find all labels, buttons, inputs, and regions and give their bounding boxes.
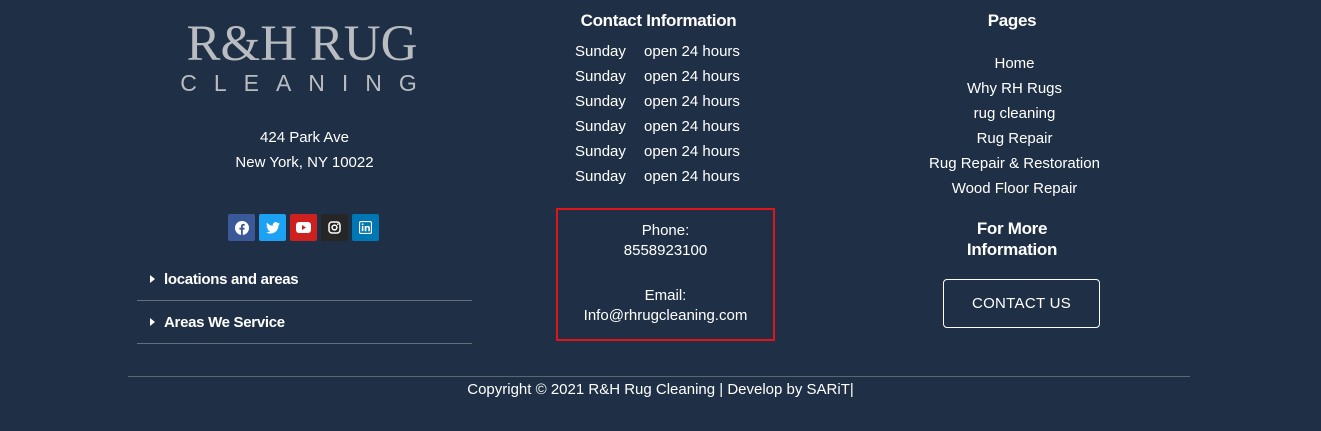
facebook-icon xyxy=(234,220,249,235)
email-label: Email: xyxy=(644,287,687,304)
brand-logo[interactable]: R&H RUG CLEANING xyxy=(168,18,436,96)
hours-time: open 24 hours xyxy=(644,68,740,85)
hours-row: Sunday open 24 hours xyxy=(575,139,740,164)
twitter-button[interactable] xyxy=(259,214,286,241)
youtube-button[interactable] xyxy=(290,214,317,241)
locations-menu: locations and areas Areas We Service xyxy=(137,258,472,344)
caret-right-icon xyxy=(150,275,155,283)
hours-row: Sunday open 24 hours xyxy=(575,64,740,89)
phone-label: Phone: xyxy=(641,222,690,239)
nav-link-home[interactable]: Home xyxy=(890,51,1139,76)
facebook-button[interactable] xyxy=(228,214,255,241)
linkedin-button[interactable] xyxy=(352,214,379,241)
logo-subtitle: CLEANING xyxy=(180,70,434,96)
locations-and-areas-label: locations and areas xyxy=(164,270,299,288)
more-information-heading: For More Information xyxy=(912,218,1112,260)
nav-link-why-rh-rugs[interactable]: Why RH Rugs xyxy=(890,76,1139,101)
social-icons xyxy=(228,214,379,241)
footer-divider xyxy=(128,376,1190,377)
linkedin-icon xyxy=(359,221,372,234)
phone-link[interactable]: 8558923100 xyxy=(558,241,773,261)
address-street: 424 Park Ave xyxy=(260,129,349,146)
contact-information-heading: Contact Information xyxy=(580,11,737,30)
more-information-line1: For More xyxy=(976,219,1048,238)
areas-we-service-toggle[interactable]: Areas We Service xyxy=(137,301,472,344)
hours-day: Sunday xyxy=(575,43,626,60)
logo-title: R&H RUG xyxy=(186,16,418,72)
contact-us-button[interactable]: CONTACT US xyxy=(943,279,1100,328)
address-city: New York, NY 10022 xyxy=(235,154,374,171)
hours-row: Sunday open 24 hours xyxy=(575,89,740,114)
hours-time: open 24 hours xyxy=(644,143,740,160)
pages-heading: Pages xyxy=(987,11,1037,30)
hours-time: open 24 hours xyxy=(644,43,740,60)
instagram-icon xyxy=(328,221,341,234)
opening-hours: Sunday open 24 hours Sunday open 24 hour… xyxy=(575,39,740,189)
more-information-line2: Information xyxy=(966,240,1058,259)
hours-day: Sunday xyxy=(575,168,626,185)
areas-we-service-label: Areas We Service xyxy=(164,313,285,331)
hours-day: Sunday xyxy=(575,143,626,160)
twitter-icon xyxy=(265,221,280,234)
hours-time: open 24 hours xyxy=(644,118,740,135)
hours-day: Sunday xyxy=(575,68,626,85)
nav-link-rug-repair-restoration[interactable]: Rug Repair & Restoration xyxy=(890,151,1139,176)
hours-time: open 24 hours xyxy=(644,93,740,110)
pages-nav: Home Why RH Rugs rug cleaning Rug Repair… xyxy=(890,51,1139,201)
copyright-text: Copyright © 2021 R&H Rug Cleaning | Deve… xyxy=(467,381,854,398)
hours-day: Sunday xyxy=(575,93,626,110)
hours-row: Sunday open 24 hours xyxy=(575,39,740,64)
hours-time: open 24 hours xyxy=(644,168,740,185)
caret-right-icon xyxy=(150,318,155,326)
hours-day: Sunday xyxy=(575,118,626,135)
youtube-icon xyxy=(296,222,311,233)
nav-link-wood-floor-repair[interactable]: Wood Floor Repair xyxy=(890,176,1139,201)
nav-link-rug-repair[interactable]: Rug Repair xyxy=(890,126,1139,151)
hours-row: Sunday open 24 hours xyxy=(575,164,740,189)
hours-row: Sunday open 24 hours xyxy=(575,114,740,139)
email-link[interactable]: Info@rhrugcleaning.com xyxy=(558,306,773,326)
contact-details-box: Phone: 8558923100 Email: Info@rhrugclean… xyxy=(556,208,775,341)
address-block: 424 Park Ave New York, NY 10022 xyxy=(137,125,472,175)
locations-and-areas-toggle[interactable]: locations and areas xyxy=(137,258,472,301)
nav-link-rug-cleaning[interactable]: rug cleaning xyxy=(890,101,1139,126)
instagram-button[interactable] xyxy=(321,214,348,241)
